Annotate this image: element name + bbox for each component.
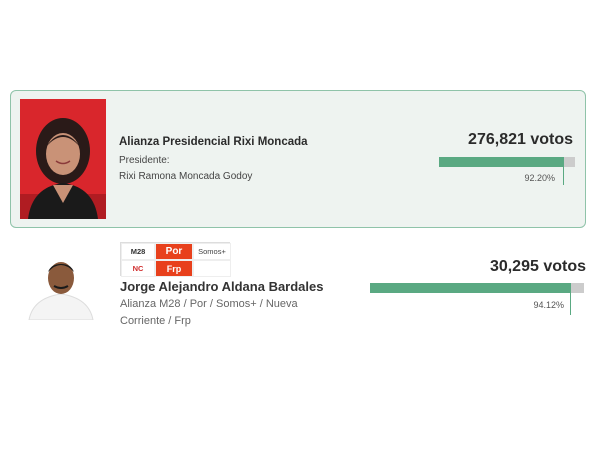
vote-count: 276,821 votos	[468, 131, 573, 148]
logo-blank	[193, 260, 231, 277]
party-logos: M28 Por Somos+ NC Frp	[120, 242, 231, 277]
percent-marker	[563, 167, 565, 185]
logo-frp: Frp	[155, 260, 193, 277]
role-label: Presidente:	[119, 155, 170, 166]
party-line-1: Alianza M28 / Por / Somos+ / Nueva	[120, 298, 298, 310]
logo-somos: Somos+	[193, 243, 231, 260]
vote-progress-bar	[439, 157, 575, 167]
logo-por: Por	[155, 243, 193, 260]
percent-label: 92.20%	[524, 173, 555, 183]
portrait-image	[27, 254, 95, 320]
vote-progress-bar	[370, 283, 584, 293]
logo-m28: M28	[121, 243, 155, 260]
party-name: Alianza Presidencial Rixi Moncada	[119, 136, 308, 148]
portrait-image	[20, 99, 106, 219]
candidate-card-moncada[interactable]: Alianza Presidencial Rixi Moncada Presid…	[10, 90, 586, 228]
vote-count: 30,295 votos	[489, 258, 586, 275]
party-line-2: Corriente / Frp	[120, 315, 191, 327]
vote-progress-fill	[370, 283, 572, 293]
candidate-name: Jorge Alejandro Aldana Bardales	[120, 279, 324, 294]
logo-nueva-corriente: NC	[121, 260, 155, 277]
candidate-photo-moncada	[20, 99, 106, 219]
percent-label: 94.12%	[533, 300, 564, 310]
candidate-photo-aldana	[27, 254, 95, 320]
vote-progress-fill	[439, 157, 565, 167]
percent-marker	[570, 293, 572, 315]
candidate-name: Rixi Ramona Moncada Godoy	[119, 171, 253, 182]
